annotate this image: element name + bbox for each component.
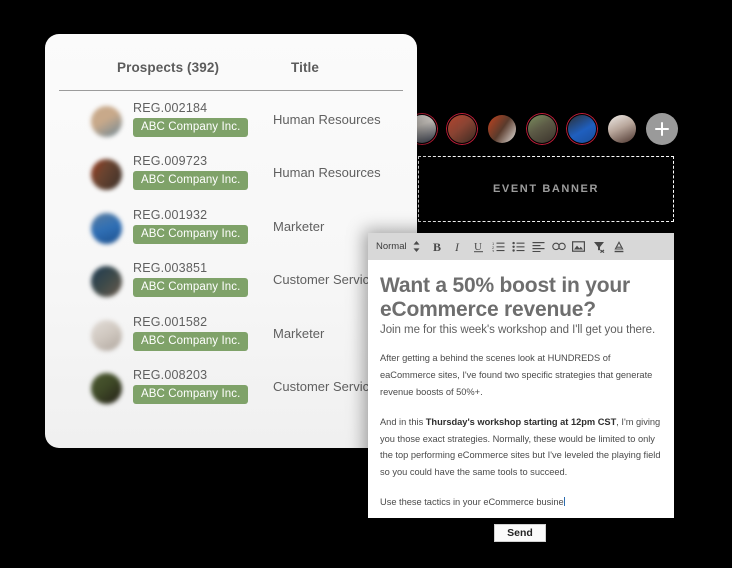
avatar-ring	[486, 113, 518, 145]
prospect-id: REG.008203	[133, 367, 208, 382]
email-paragraph-2: And in this Thursday's workshop starting…	[380, 414, 662, 482]
prospect-title: Marketer	[273, 325, 325, 341]
svg-text:B: B	[433, 241, 441, 253]
chevron-updown-icon[interactable]	[410, 240, 423, 254]
prospect-id: REG.001582	[133, 314, 208, 329]
prospect-title: Human Resources	[273, 165, 381, 181]
link-icon[interactable]	[549, 237, 569, 257]
avatar[interactable]	[486, 113, 518, 145]
avatar-ring	[526, 113, 558, 145]
image-icon[interactable]	[569, 237, 589, 257]
avatar-ring	[606, 113, 638, 145]
add-attendee-button[interactable]	[646, 113, 678, 145]
prospect-title: Customer Service	[273, 272, 377, 288]
prospect-title: Human Resources	[273, 112, 381, 127]
email-paragraph-3-text: Use these tactics in your eCommerce busi…	[380, 497, 564, 508]
svg-text:3: 3	[492, 249, 495, 253]
avatar	[91, 212, 122, 244]
email-paragraph-1: After getting a behind the scenes look a…	[380, 350, 662, 401]
bullet-list-icon[interactable]	[509, 237, 529, 257]
event-banner-label: EVENT BANNER	[493, 183, 599, 195]
table-row[interactable]: REG.008203 ABC Company Inc. Customer Ser…	[59, 364, 403, 417]
email-paragraph-2-prefix: And in this	[380, 416, 426, 427]
company-badge: ABC Company Inc.	[133, 118, 249, 137]
email-paragraph-3: Use these tactics in your eCommerce busi…	[380, 494, 662, 511]
company-badge: ABC Company Inc.	[133, 278, 249, 298]
avatar	[91, 372, 122, 404]
avatar	[91, 319, 122, 351]
email-composer-panel: Normal B I U 1 2 3 Want a 50% boost in y…	[368, 233, 674, 518]
svg-text:I: I	[454, 241, 460, 253]
email-heading: Want a 50% boost in your eCommerce reven…	[380, 274, 630, 321]
table-row[interactable]: REG.009723 ABC Company Inc. Human Resour…	[59, 150, 403, 203]
align-left-icon[interactable]	[529, 237, 549, 257]
format-select[interactable]: Normal	[376, 241, 407, 252]
prospect-title: Marketer	[273, 218, 325, 234]
avatar	[91, 106, 122, 137]
clear-format-icon[interactable]	[589, 237, 609, 257]
company-badge: ABC Company Inc.	[133, 224, 249, 244]
avatar	[91, 159, 122, 191]
composer-toolbar: Normal B I U 1 2 3	[368, 233, 674, 260]
column-header-title: Title	[291, 60, 320, 75]
prospect-id: REG.009723	[133, 154, 208, 169]
send-button[interactable]: Send	[494, 524, 546, 542]
underline-icon[interactable]: U	[469, 237, 489, 257]
company-badge: ABC Company Inc.	[133, 384, 249, 404]
svg-text:U: U	[474, 241, 482, 253]
avatar-ring	[566, 113, 598, 145]
prospects-card: Prospects (392) Title REG.002184 ABC Com…	[45, 34, 417, 448]
avatar[interactable]	[606, 113, 638, 145]
prospects-table-header: Prospects (392) Title	[59, 46, 403, 91]
avatar[interactable]	[566, 113, 598, 145]
company-badge: ABC Company Inc.	[133, 171, 249, 191]
prospect-id: REG.002184	[133, 101, 208, 115]
email-subheading: Join me for this week's workshop and I'l…	[380, 323, 656, 336]
ordered-list-icon[interactable]: 1 2 3	[489, 237, 509, 257]
prospects-list: REG.002184 ABC Company Inc. Human Resour…	[45, 97, 417, 417]
composer-body[interactable]: Want a 50% boost in your eCommerce reven…	[368, 260, 674, 511]
company-badge: ABC Company Inc.	[133, 331, 249, 351]
table-row[interactable]: REG.001582 ABC Company Inc. Marketer	[59, 311, 403, 364]
text-color-icon[interactable]	[609, 237, 629, 257]
prospect-id: REG.001932	[133, 207, 208, 222]
prospect-title: Customer Service	[273, 378, 377, 394]
bold-icon[interactable]: B	[429, 237, 449, 257]
avatar[interactable]	[526, 113, 558, 145]
table-row[interactable]: REG.001932 ABC Company Inc. Marketer	[59, 204, 403, 257]
text-cursor	[563, 497, 565, 507]
column-header-prospects: Prospects (392)	[117, 60, 220, 75]
avatar	[91, 266, 122, 298]
prospect-id: REG.003851	[133, 261, 208, 276]
table-row[interactable]: REG.002184 ABC Company Inc. Human Resour…	[59, 97, 403, 150]
italic-icon[interactable]: I	[449, 237, 469, 257]
avatar[interactable]	[446, 113, 478, 145]
email-paragraph-2-emphasis: Thursday's workshop starting at 12pm CST	[425, 416, 617, 427]
event-banner-placeholder[interactable]: EVENT BANNER	[418, 156, 674, 222]
table-row[interactable]: REG.003851 ABC Company Inc. Customer Ser…	[59, 257, 403, 310]
avatar-ring	[446, 113, 478, 145]
